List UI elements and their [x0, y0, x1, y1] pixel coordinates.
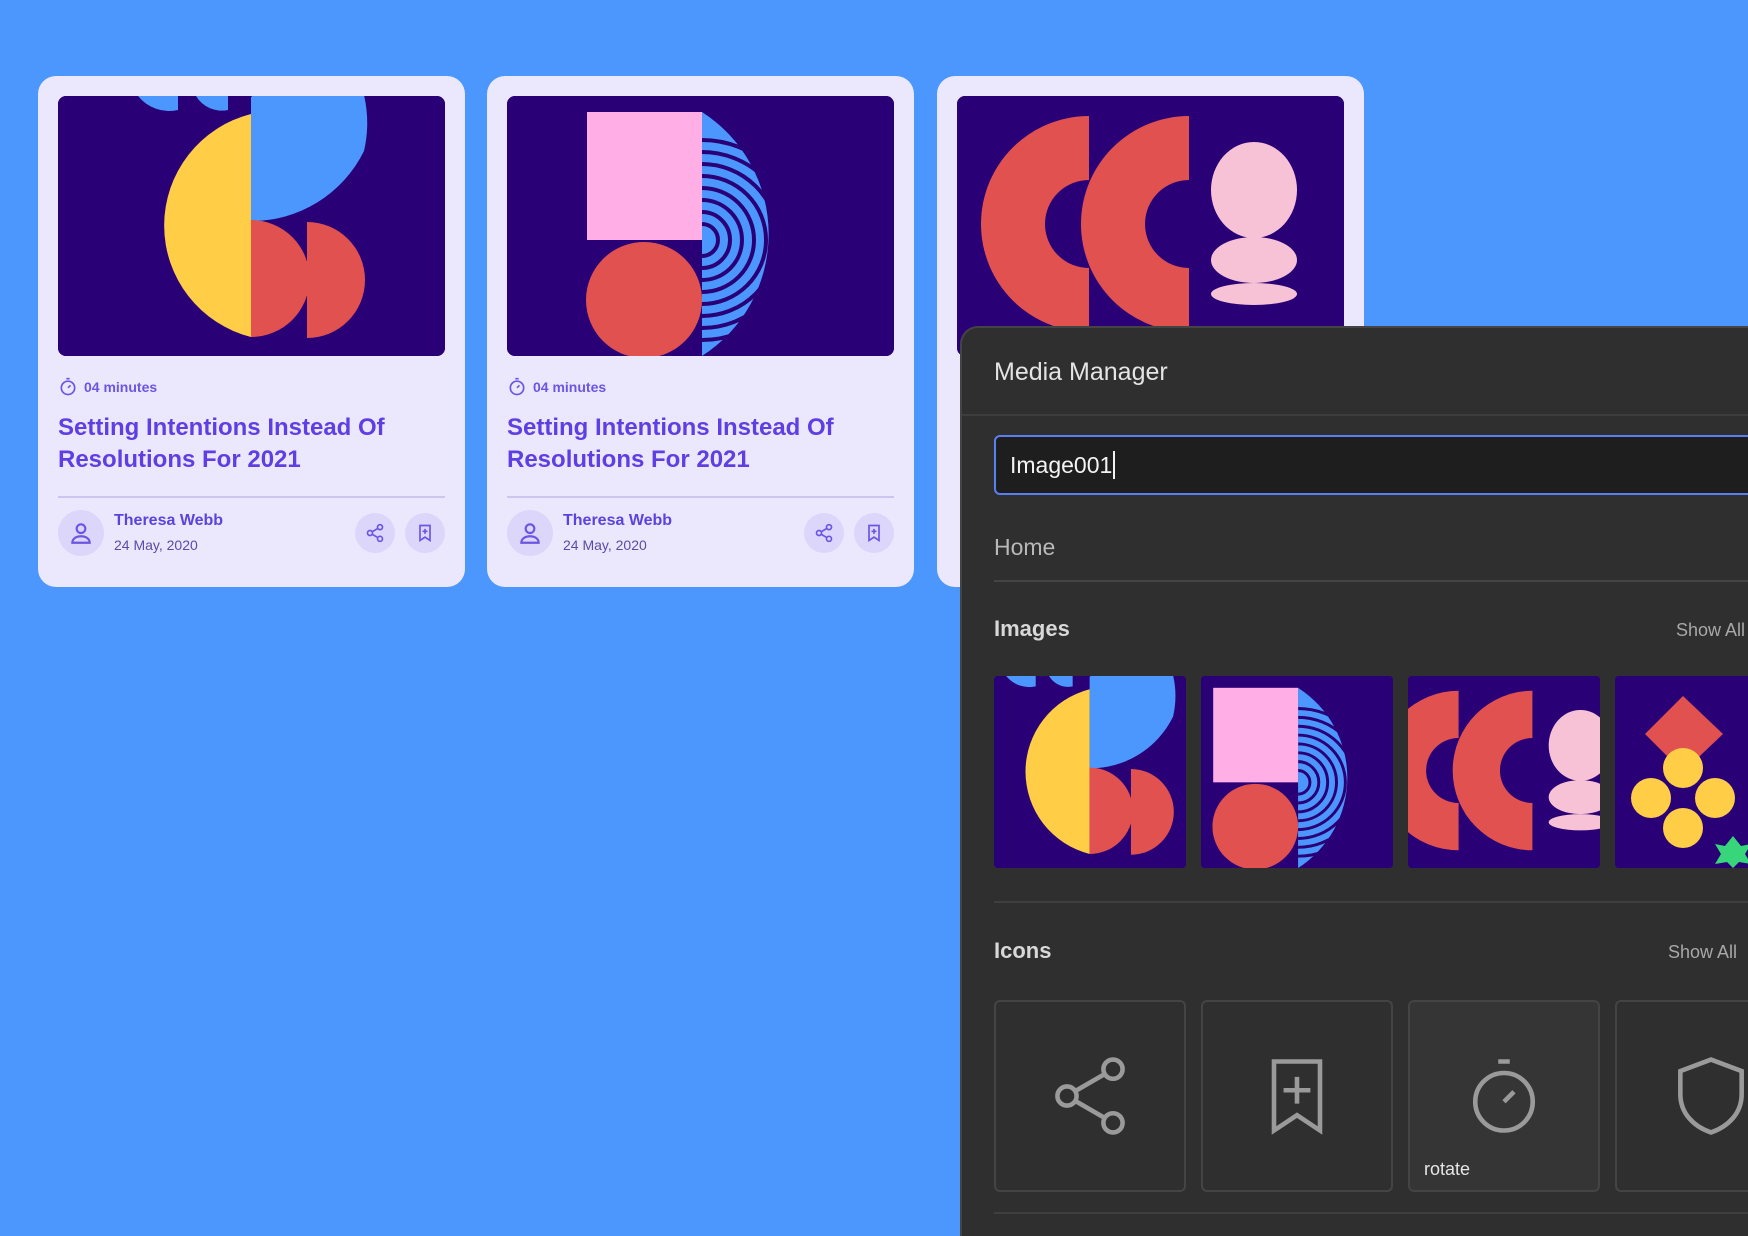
icons-show-all-link[interactable]: Show All — [1668, 942, 1737, 963]
divider — [962, 414, 1748, 416]
article-thumbnail[interactable] — [957, 96, 1344, 356]
bookmark-add-icon — [1271, 1059, 1323, 1135]
search-input[interactable] — [994, 435, 1748, 495]
article-card[interactable]: 04 minutes Setting Intentions Instead Of… — [38, 76, 465, 587]
bookmark-button[interactable] — [405, 513, 445, 553]
timer-icon — [509, 377, 525, 396]
read-time-label: 04 minutes — [84, 379, 158, 395]
article-title[interactable]: Setting Intentions Instead Of Resolution… — [58, 412, 445, 476]
image-tile[interactable] — [994, 676, 1186, 868]
text-caret — [1113, 451, 1115, 479]
image-tile[interactable] — [1201, 676, 1393, 868]
publish-date: 24 May, 2020 — [114, 537, 198, 553]
media-manager-panel: Media Manager Home Images Show All Icons… — [960, 326, 1748, 1236]
share-icon — [1055, 1057, 1125, 1135]
icon-tile-label: rotate — [1424, 1159, 1471, 1179]
share-icon — [815, 523, 833, 543]
article-thumbnail[interactable] — [507, 96, 894, 356]
divider — [994, 1212, 1748, 1214]
breadcrumb[interactable]: Home — [994, 534, 1055, 561]
icon-tile-bookmark[interactable] — [1201, 1000, 1393, 1192]
panel-title: Media Manager — [994, 358, 1168, 386]
share-icon — [366, 523, 384, 543]
timer-icon — [1472, 1059, 1536, 1133]
timer-icon — [60, 377, 76, 396]
icon-tile-timer[interactable]: rotate — [1408, 1000, 1600, 1192]
bookmark-add-icon — [868, 524, 880, 543]
divider — [994, 580, 1748, 582]
icon-tile-shield[interactable] — [1615, 1000, 1748, 1192]
read-time-label: 04 minutes — [533, 379, 607, 395]
author-name[interactable]: Theresa Webb — [114, 512, 223, 530]
user-icon — [71, 523, 91, 544]
read-time: 04 minutes — [507, 377, 606, 397]
card-divider — [58, 496, 445, 498]
divider — [994, 901, 1748, 903]
image-tile[interactable] — [1408, 676, 1600, 868]
image-tile[interactable] — [1615, 676, 1748, 868]
article-title[interactable]: Setting Intentions Instead Of Resolution… — [507, 412, 894, 476]
user-icon — [520, 523, 540, 544]
share-button[interactable] — [804, 513, 844, 553]
article-card[interactable]: 04 minutes Setting Intentions Instead Of… — [487, 76, 914, 587]
icons-section-title: Icons — [994, 938, 1052, 963]
bookmark-add-icon — [419, 524, 431, 543]
shield-icon — [1678, 1057, 1744, 1135]
author-name[interactable]: Theresa Webb — [563, 512, 672, 530]
images-section-title: Images — [994, 616, 1070, 641]
bookmark-button[interactable] — [854, 513, 894, 553]
avatar — [58, 510, 104, 556]
publish-date: 24 May, 2020 — [563, 537, 647, 553]
icon-tile-share[interactable] — [994, 1000, 1186, 1192]
read-time: 04 minutes — [58, 377, 157, 397]
avatar — [507, 510, 553, 556]
card-divider — [507, 496, 894, 498]
article-thumbnail[interactable] — [58, 96, 445, 356]
images-show-all-link[interactable]: Show All — [1676, 620, 1745, 641]
share-button[interactable] — [355, 513, 395, 553]
